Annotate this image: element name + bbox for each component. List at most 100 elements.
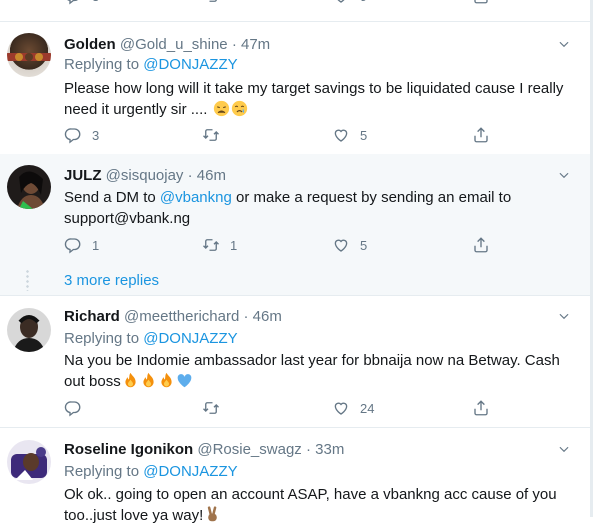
avatar-image xyxy=(7,53,51,61)
fire-icon xyxy=(158,372,175,389)
share-icon xyxy=(472,236,490,254)
retweet-button[interactable] xyxy=(202,126,220,144)
display-name[interactable]: Richard xyxy=(64,308,120,325)
tweet-julz[interactable]: JULZ @sisquojay · 46m Send a DM to @vban… xyxy=(0,154,593,265)
reply-button[interactable] xyxy=(64,399,82,417)
share-icon xyxy=(472,399,490,417)
like-button[interactable]: 5 xyxy=(332,236,367,254)
share-button[interactable] xyxy=(472,399,490,417)
mention-link[interactable]: @DONJAZZY xyxy=(143,330,237,347)
like-button[interactable]: 5 xyxy=(332,126,367,144)
tweet-body: Ok ok.. going to open an account ASAP, h… xyxy=(64,486,557,524)
tweet-body-start: Send a DM to xyxy=(64,189,156,206)
avatar-image xyxy=(13,315,45,352)
display-name[interactable]: JULZ xyxy=(64,167,102,184)
handle[interactable]: @meettherichard xyxy=(124,308,239,325)
retweet-button[interactable] xyxy=(202,399,220,417)
mention-link[interactable]: @DONJAZZY xyxy=(143,56,237,73)
replying-to: Replying to @DONJAZZY xyxy=(64,463,238,480)
mention-link[interactable]: @vbankng xyxy=(160,189,232,206)
like-icon xyxy=(332,399,350,417)
chevron-down-icon[interactable] xyxy=(557,309,571,323)
avatar[interactable] xyxy=(7,165,51,209)
tweet-text: Please how long will it take my target s… xyxy=(64,78,569,120)
timestamp[interactable]: 47m xyxy=(241,36,270,53)
avatar-image xyxy=(11,447,47,480)
avatar[interactable] xyxy=(7,440,51,484)
tired-face-icon xyxy=(213,100,230,117)
tweet-richard[interactable]: Richard @meettherichard · 46m Replying t… xyxy=(0,296,593,428)
more-replies-link[interactable]: 3 more replies xyxy=(64,272,159,289)
fire-icon xyxy=(122,372,139,389)
tweet-actions: 3 5 xyxy=(64,126,494,146)
retweet-icon xyxy=(202,399,220,417)
replying-label: Replying to xyxy=(64,56,140,73)
tweet-actions: 24 xyxy=(64,399,494,419)
timestamp[interactable]: 46m xyxy=(253,308,282,325)
tweet-header: JULZ @sisquojay · 46m xyxy=(64,167,226,184)
share-button[interactable] xyxy=(472,0,490,5)
replying-to: Replying to @DONJAZZY xyxy=(64,56,238,73)
like-button[interactable]: 9 xyxy=(332,0,367,5)
show-more-replies[interactable]: 3 more replies xyxy=(0,265,593,296)
reply-icon xyxy=(64,0,82,5)
thread-dots xyxy=(26,269,29,291)
avatar-image xyxy=(17,171,45,209)
tweet-actions: 1 1 5 xyxy=(64,236,494,256)
handle[interactable]: @Rosie_swagz xyxy=(197,441,301,458)
tweet-body: Please how long will it take my target s… xyxy=(64,80,564,118)
timestamp[interactable]: 46m xyxy=(197,167,226,184)
reply-icon xyxy=(64,399,82,417)
retweet-button[interactable] xyxy=(202,0,220,5)
share-button[interactable] xyxy=(472,236,490,254)
replying-to: Replying to @DONJAZZY xyxy=(64,330,238,347)
retweet-icon xyxy=(202,0,220,5)
dot-separator: · xyxy=(305,441,311,458)
chevron-down-icon[interactable] xyxy=(557,168,571,182)
tweet-roseline[interactable]: Roseline Igonikon @Rosie_swagz · 33m Rep… xyxy=(0,429,593,524)
handle[interactable]: @sisquojay xyxy=(106,167,184,184)
avatar[interactable] xyxy=(7,33,51,77)
chevron-down-icon[interactable] xyxy=(557,37,571,51)
display-name[interactable]: Roseline Igonikon xyxy=(64,441,193,458)
reply-icon xyxy=(64,126,82,144)
replying-label: Replying to xyxy=(64,463,140,480)
fire-icon xyxy=(140,372,157,389)
tweet-header: Roseline Igonikon @Rosie_swagz · 33m xyxy=(64,441,344,458)
blue-heart-icon xyxy=(176,372,193,389)
tweet-golden[interactable]: Golden @Gold_u_shine · 47m Replying to @… xyxy=(0,22,593,154)
reply-icon xyxy=(64,236,82,254)
avatar[interactable] xyxy=(7,308,51,352)
tweet-text: Na you be Indomie ambassador last year f… xyxy=(64,350,569,392)
timestamp[interactable]: 33m xyxy=(315,441,344,458)
share-icon xyxy=(472,126,490,144)
reply-button[interactable]: 3 xyxy=(64,126,99,144)
like-icon xyxy=(332,0,350,5)
like-icon xyxy=(332,126,350,144)
retweet-button[interactable]: 1 xyxy=(202,236,237,254)
share-icon xyxy=(472,0,490,5)
dot-separator: · xyxy=(231,36,237,53)
tweet-text: Ok ok.. going to open an account ASAP, h… xyxy=(64,484,569,526)
share-button[interactable] xyxy=(472,126,490,144)
tweet-text: Send a DM to @vbankng or make a request … xyxy=(64,187,569,229)
retweet-icon xyxy=(202,236,220,254)
display-name[interactable]: Golden xyxy=(64,36,116,53)
reply-button[interactable]: 3 xyxy=(64,0,99,5)
mention-link[interactable]: @DONJAZZY xyxy=(143,463,237,480)
victory-hand-icon xyxy=(204,506,221,523)
chevron-down-icon[interactable] xyxy=(557,442,571,456)
tweet-partial-top: 3 9 xyxy=(0,0,593,22)
retweet-icon xyxy=(202,126,220,144)
tweet-header: Richard @meettherichard · 46m xyxy=(64,308,282,325)
crying-face-icon xyxy=(231,100,248,117)
handle[interactable]: @Gold_u_shine xyxy=(120,36,228,53)
like-icon xyxy=(332,236,350,254)
dot-separator: · xyxy=(243,308,249,325)
like-button[interactable]: 24 xyxy=(332,399,374,417)
reply-button[interactable]: 1 xyxy=(64,236,99,254)
tweet-actions: 3 9 xyxy=(64,0,494,7)
tweet-header: Golden @Gold_u_shine · 47m xyxy=(64,36,270,53)
dot-separator: · xyxy=(187,167,193,184)
replying-label: Replying to xyxy=(64,330,140,347)
